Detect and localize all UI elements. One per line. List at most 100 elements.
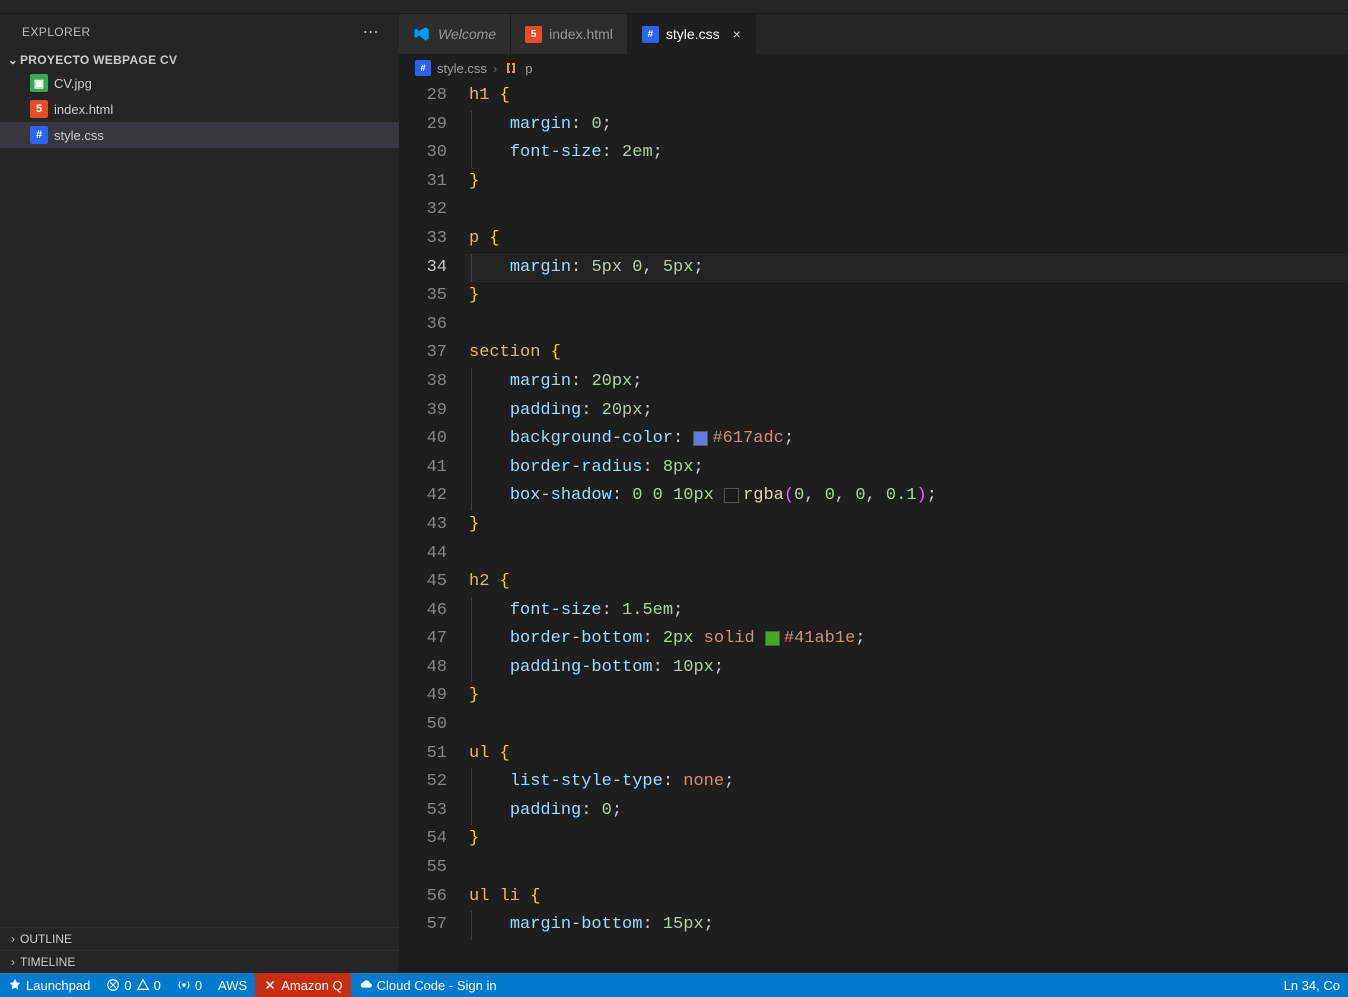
line-number: 51 <box>399 740 447 769</box>
code-line[interactable] <box>469 196 1348 225</box>
code-line[interactable]: border-radius: 8px; <box>469 454 1348 483</box>
close-icon[interactable]: × <box>733 26 741 42</box>
line-number: 34 <box>399 254 447 283</box>
main-split: EXPLORER ⋯ ⌄ PROYECTO WEBPAGE CV ▣CV.jpg… <box>0 14 1348 973</box>
line-number: 52 <box>399 768 447 797</box>
line-number: 38 <box>399 368 447 397</box>
code-line[interactable]: } <box>469 282 1348 311</box>
line-gutter: 2829303132333435363738394041424344454647… <box>399 82 469 973</box>
code-line[interactable]: } <box>469 168 1348 197</box>
file-item-index-html[interactable]: 5index.html <box>0 96 399 122</box>
title-bar-spacer <box>0 0 1348 14</box>
code-line[interactable]: h1 { <box>469 82 1348 111</box>
ports-status[interactable]: 0 <box>169 973 210 997</box>
aws-status[interactable]: AWS <box>210 973 255 997</box>
code-line[interactable]: } <box>469 825 1348 854</box>
code-area[interactable]: 2829303132333435363738394041424344454647… <box>399 82 1348 973</box>
line-number: 29 <box>399 111 447 140</box>
code-line[interactable]: font-size: 2em; <box>469 139 1348 168</box>
breadcrumb-separator-icon: › <box>493 61 497 76</box>
line-number: 35 <box>399 282 447 311</box>
code-line[interactable]: margin: 5px 0, 5px; <box>469 254 1348 283</box>
launchpad-status[interactable]: Launchpad <box>0 973 98 997</box>
chevron-right-icon: › <box>6 932 20 946</box>
code-line[interactable]: padding: 0; <box>469 797 1348 826</box>
vscode-icon <box>413 25 431 43</box>
code-line[interactable]: padding-bottom: 10px; <box>469 654 1348 683</box>
code-line[interactable]: p { <box>469 225 1348 254</box>
tab-index-html[interactable]: 5 index.html <box>511 14 628 54</box>
code-line[interactable]: ul { <box>469 740 1348 769</box>
aws-label: AWS <box>218 978 247 993</box>
editor-area: Welcome 5 index.html # style.css × # style.cs… <box>399 14 1348 973</box>
symbol-icon <box>503 60 519 76</box>
tab-label: index.html <box>549 26 613 42</box>
css-file-icon: # <box>415 60 431 76</box>
code-line[interactable]: margin: 0; <box>469 111 1348 140</box>
breadcrumb-file: style.css <box>437 61 487 76</box>
explorer-title: EXPLORER <box>22 25 91 39</box>
file-item-CV-jpg[interactable]: ▣CV.jpg <box>0 70 399 96</box>
line-number: 56 <box>399 883 447 912</box>
chevron-down-icon: ⌄ <box>6 53 20 67</box>
tab-Welcome[interactable]: Welcome <box>399 14 511 54</box>
timeline-section[interactable]: › TIMELINE <box>0 950 399 973</box>
line-number: 41 <box>399 454 447 483</box>
tab-label: style.css <box>666 26 720 42</box>
code-line[interactable] <box>469 854 1348 883</box>
code-line[interactable]: font-size: 1.5em; <box>469 597 1348 626</box>
line-number: 32 <box>399 196 447 225</box>
radio-icon <box>177 978 191 992</box>
cloud-icon <box>359 978 373 992</box>
code-line[interactable]: section { <box>469 339 1348 368</box>
code-line[interactable]: padding: 20px; <box>469 397 1348 426</box>
line-number: 45 <box>399 568 447 597</box>
code-line[interactable]: margin-bottom: 15px; <box>469 911 1348 940</box>
x-icon <box>263 978 277 992</box>
status-bar: Launchpad 0 0 0 AWS Amazon Q Cloud Code … <box>0 973 1348 997</box>
code-line[interactable]: } <box>469 682 1348 711</box>
outline-section[interactable]: › OUTLINE <box>0 927 399 950</box>
code-line[interactable]: list-style-type: none; <box>469 768 1348 797</box>
outline-label: OUTLINE <box>20 932 72 946</box>
line-number: 43 <box>399 511 447 540</box>
code-line[interactable] <box>469 540 1348 569</box>
timeline-label: TIMELINE <box>20 955 75 969</box>
line-number: 54 <box>399 825 447 854</box>
folder-root[interactable]: ⌄ PROYECTO WEBPAGE CV <box>0 50 399 70</box>
code-line[interactable]: } <box>469 511 1348 540</box>
code-line[interactable]: h2 { <box>469 568 1348 597</box>
breadcrumb[interactable]: # style.css › p <box>399 54 1348 82</box>
chevron-right-icon: › <box>6 955 20 969</box>
problems-status[interactable]: 0 0 <box>98 973 168 997</box>
cursor-position-status[interactable]: Ln 34, Co <box>1276 973 1348 997</box>
line-number: 50 <box>399 711 447 740</box>
explorer-more-icon[interactable]: ⋯ <box>359 22 383 42</box>
amazon-q-status[interactable]: Amazon Q <box>255 973 350 997</box>
code-line[interactable] <box>469 711 1348 740</box>
file-item-style-css[interactable]: #style.css <box>0 122 399 148</box>
line-number: 44 <box>399 540 447 569</box>
code-line[interactable]: margin: 20px; <box>469 368 1348 397</box>
code-content[interactable]: h1 { margin: 0; font-size: 2em;} p { marg… <box>469 82 1348 973</box>
code-line[interactable]: background-color: #617adc; <box>469 425 1348 454</box>
line-number: 33 <box>399 225 447 254</box>
editor-tabs: Welcome 5 index.html # style.css × <box>399 14 1348 54</box>
cursor-position-label: Ln 34, Co <box>1284 978 1340 993</box>
code-line[interactable]: box-shadow: 0 0 10px rgba(0, 0, 0, 0.1); <box>469 482 1348 511</box>
line-number: 47 <box>399 625 447 654</box>
tab-style-css[interactable]: # style.css × <box>628 14 756 54</box>
error-icon <box>106 978 120 992</box>
css-file-icon: # <box>642 26 659 43</box>
line-number: 31 <box>399 168 447 197</box>
launchpad-label: Launchpad <box>26 978 90 993</box>
html-file-icon: 5 <box>525 26 542 43</box>
cloud-code-status[interactable]: Cloud Code - Sign in <box>351 973 505 997</box>
ports-count: 0 <box>195 978 202 993</box>
line-number: 37 <box>399 339 447 368</box>
line-number: 40 <box>399 425 447 454</box>
code-line[interactable] <box>469 311 1348 340</box>
code-line[interactable]: ul li { <box>469 883 1348 912</box>
line-number: 55 <box>399 854 447 883</box>
code-line[interactable]: border-bottom: 2px solid #41ab1e; <box>469 625 1348 654</box>
